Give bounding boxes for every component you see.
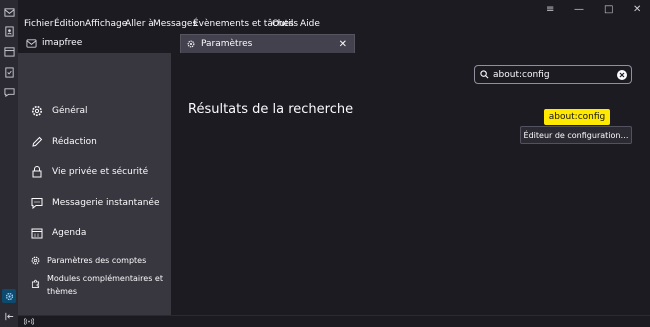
category-privacy[interactable]: Vie privée et sécurité bbox=[30, 165, 148, 179]
gear-icon bbox=[30, 255, 41, 266]
puzzle-icon bbox=[30, 278, 41, 289]
tab-strip: imapfree Paramètres ✕ bbox=[18, 33, 650, 53]
menu-bar: Fichier Édition Affichage Aller à Messag… bbox=[18, 0, 650, 33]
status-bar bbox=[18, 315, 650, 327]
category-chat[interactable]: Messagerie instantanée bbox=[30, 196, 160, 210]
menu-aide[interactable]: Aide bbox=[300, 19, 320, 29]
close-tab-icon[interactable]: ✕ bbox=[339, 39, 347, 50]
gear-icon bbox=[30, 104, 44, 118]
app-menu-icon[interactable]: ≡ bbox=[546, 4, 554, 15]
category-general-label: Général bbox=[52, 106, 88, 116]
search-box[interactable] bbox=[474, 65, 632, 84]
category-agenda[interactable]: Agenda bbox=[30, 226, 86, 240]
spaces-toolbar bbox=[0, 0, 18, 327]
menu-messages[interactable]: Messages bbox=[153, 19, 197, 29]
category-agenda-label: Agenda bbox=[52, 228, 87, 238]
addons-label-line2: thèmes bbox=[47, 287, 78, 296]
addons-label: Modules complémentaires et thèmes bbox=[47, 272, 163, 298]
account-icon bbox=[26, 38, 37, 49]
settings-space-gear-icon[interactable] bbox=[2, 289, 16, 303]
category-chat-label: Messagerie instantanée bbox=[52, 198, 160, 208]
search-input[interactable] bbox=[493, 69, 611, 80]
minimize-button[interactable]: — bbox=[574, 4, 584, 15]
account-settings-label: Paramètres des comptes bbox=[47, 256, 147, 265]
close-window-button[interactable]: ✕ bbox=[633, 4, 641, 15]
mail-icon[interactable] bbox=[3, 6, 15, 18]
tab-parametres[interactable]: Paramètres ✕ bbox=[180, 34, 355, 53]
tasks-icon[interactable] bbox=[3, 66, 15, 78]
menu-edition[interactable]: Édition bbox=[54, 19, 85, 29]
category-redaction[interactable]: Rédaction bbox=[30, 135, 97, 149]
config-editor-button[interactable]: Éditeur de configuration… bbox=[520, 126, 632, 144]
chat-icon[interactable] bbox=[3, 86, 15, 98]
category-privacy-label: Vie privée et sécurité bbox=[52, 167, 149, 177]
menu-affichage[interactable]: Affichage bbox=[85, 19, 127, 29]
gear-icon bbox=[186, 39, 196, 49]
search-highlight-tooltip: about:config bbox=[544, 109, 610, 125]
tab-imapfree-label: imapfree bbox=[42, 38, 83, 48]
address-book-icon[interactable] bbox=[3, 25, 15, 37]
settings-main: Résultats de la recherche about:config É… bbox=[171, 53, 650, 315]
chat-icon bbox=[30, 196, 44, 210]
clear-icon[interactable] bbox=[617, 69, 627, 80]
calendar-icon[interactable] bbox=[3, 45, 15, 57]
collapse-toolbar-icon[interactable] bbox=[3, 310, 15, 322]
wifi-icon[interactable] bbox=[24, 317, 34, 326]
menu-outils[interactable]: Outils bbox=[272, 19, 298, 29]
pencil-icon bbox=[30, 135, 44, 149]
tab-parametres-label: Paramètres bbox=[201, 39, 253, 49]
maximize-button[interactable]: □ bbox=[604, 4, 613, 15]
category-general[interactable]: Général bbox=[30, 104, 87, 118]
addons-label-line1: Modules complémentaires et bbox=[47, 274, 163, 283]
lock-icon bbox=[30, 165, 44, 179]
search-icon bbox=[480, 70, 489, 79]
tab-imapfree[interactable]: imapfree bbox=[22, 33, 172, 53]
settings-sidebar: Général Rédaction Vie privée et sécurité… bbox=[18, 53, 171, 315]
addons-link[interactable]: Modules complémentaires et thèmes bbox=[30, 272, 163, 298]
account-settings-link[interactable]: Paramètres des comptes bbox=[30, 255, 146, 266]
search-results-title: Résultats de la recherche bbox=[188, 102, 354, 117]
menu-aller-a[interactable]: Aller à bbox=[125, 19, 154, 29]
menu-fichier[interactable]: Fichier bbox=[24, 19, 53, 29]
category-redaction-label: Rédaction bbox=[52, 137, 97, 147]
calendar-icon bbox=[30, 226, 44, 240]
